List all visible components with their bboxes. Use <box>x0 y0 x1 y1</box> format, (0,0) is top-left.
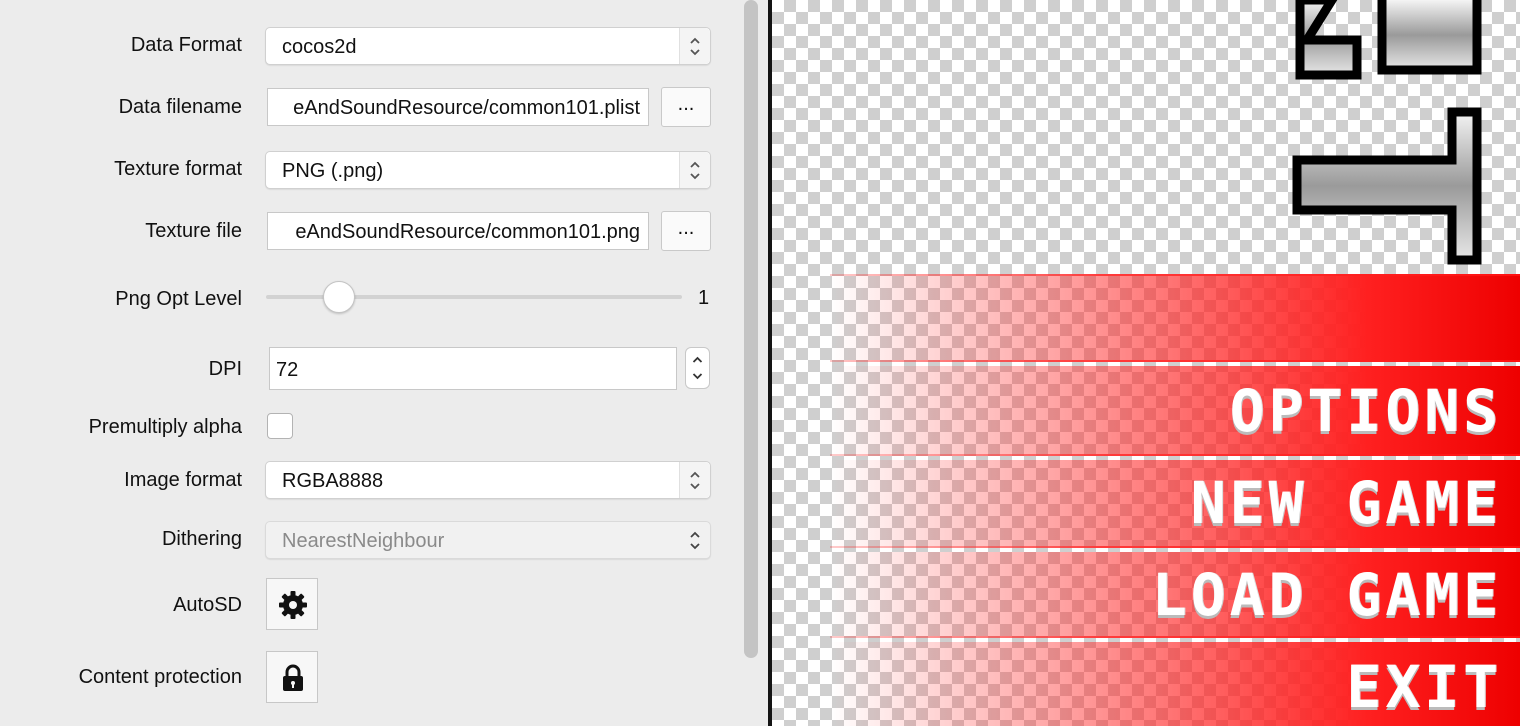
data-format-select[interactable]: cocos2d <box>265 27 711 65</box>
dithering-label: Dithering <box>161 528 242 550</box>
sprite-text-load-game: LOAD GAME <box>1151 561 1502 629</box>
dithering-value: NearestNeighbour <box>282 530 445 552</box>
select-arrows-icon <box>679 152 710 188</box>
select-arrows-icon <box>680 522 710 558</box>
menu-stripe <box>830 546 1520 548</box>
sprite-glyph-shapes <box>1292 0 1482 265</box>
png-opt-level-slider-knob[interactable] <box>323 281 355 313</box>
texture-format-select[interactable]: PNG (.png) <box>265 151 711 189</box>
data-format-value: cocos2d <box>282 36 357 58</box>
gear-icon <box>279 591 307 619</box>
content-protection-button[interactable] <box>266 651 318 703</box>
data-filename-field[interactable]: eAndSoundResource/common101.plist <box>267 88 649 126</box>
texture-format-label: Texture format <box>114 158 242 180</box>
texture-file-value: eAndSoundResource/common101.png <box>295 221 640 243</box>
sprite-text-exit: EXIT <box>1346 653 1502 721</box>
texture-format-value: PNG (.png) <box>282 160 384 182</box>
lock-icon <box>283 664 303 691</box>
data-filename-browse-button[interactable]: ... <box>661 87 711 127</box>
png-opt-level-label: Png Opt Level <box>115 288 242 310</box>
texture-file-field[interactable]: eAndSoundResource/common101.png <box>267 212 649 250</box>
image-format-select[interactable]: RGBA8888 <box>265 461 711 499</box>
stepper-up-icon[interactable] <box>691 356 704 364</box>
data-filename-label: Data filename <box>118 96 242 118</box>
settings-panel: Data Format cocos2d Data filename eAndSo… <box>0 0 740 726</box>
texture-file-browse-button[interactable]: ... <box>661 211 711 251</box>
dpi-label: DPI <box>208 358 242 380</box>
data-format-label: Data Format <box>130 34 242 56</box>
autosd-button[interactable] <box>266 578 318 630</box>
dpi-stepper[interactable] <box>685 347 710 389</box>
menu-band-top <box>830 276 1520 362</box>
menu-stripe <box>830 360 1520 362</box>
sprite-text-options: OPTIONS <box>1229 377 1502 445</box>
premultiply-alpha-label: Premultiply alpha <box>88 416 242 438</box>
select-arrows-icon <box>679 28 710 64</box>
menu-stripe <box>830 274 1520 276</box>
stepper-down-icon[interactable] <box>691 372 704 380</box>
image-format-label: Image format <box>124 469 242 491</box>
sprite-preview-canvas[interactable]: OPTIONS NEW GAME LOAD GAME EXIT <box>772 0 1520 726</box>
menu-stripe <box>830 454 1520 456</box>
premultiply-alpha-checkbox[interactable] <box>267 413 293 439</box>
image-format-value: RGBA8888 <box>282 470 384 492</box>
settings-scrollbar-thumb[interactable] <box>744 0 758 658</box>
dpi-value: 72 <box>276 359 299 381</box>
menu-stripe <box>830 636 1520 638</box>
select-arrows-icon <box>679 462 710 498</box>
texture-file-label: Texture file <box>145 220 242 242</box>
sprite-text-new-game: NEW GAME <box>1190 469 1502 537</box>
data-filename-value: eAndSoundResource/common101.plist <box>293 97 640 119</box>
dithering-select[interactable]: NearestNeighbour <box>265 521 711 559</box>
autosd-label: AutoSD <box>173 594 242 616</box>
content-protection-label: Content protection <box>78 666 242 688</box>
png-opt-level-value: 1 <box>698 287 710 309</box>
dpi-input[interactable]: 72 <box>269 347 677 390</box>
